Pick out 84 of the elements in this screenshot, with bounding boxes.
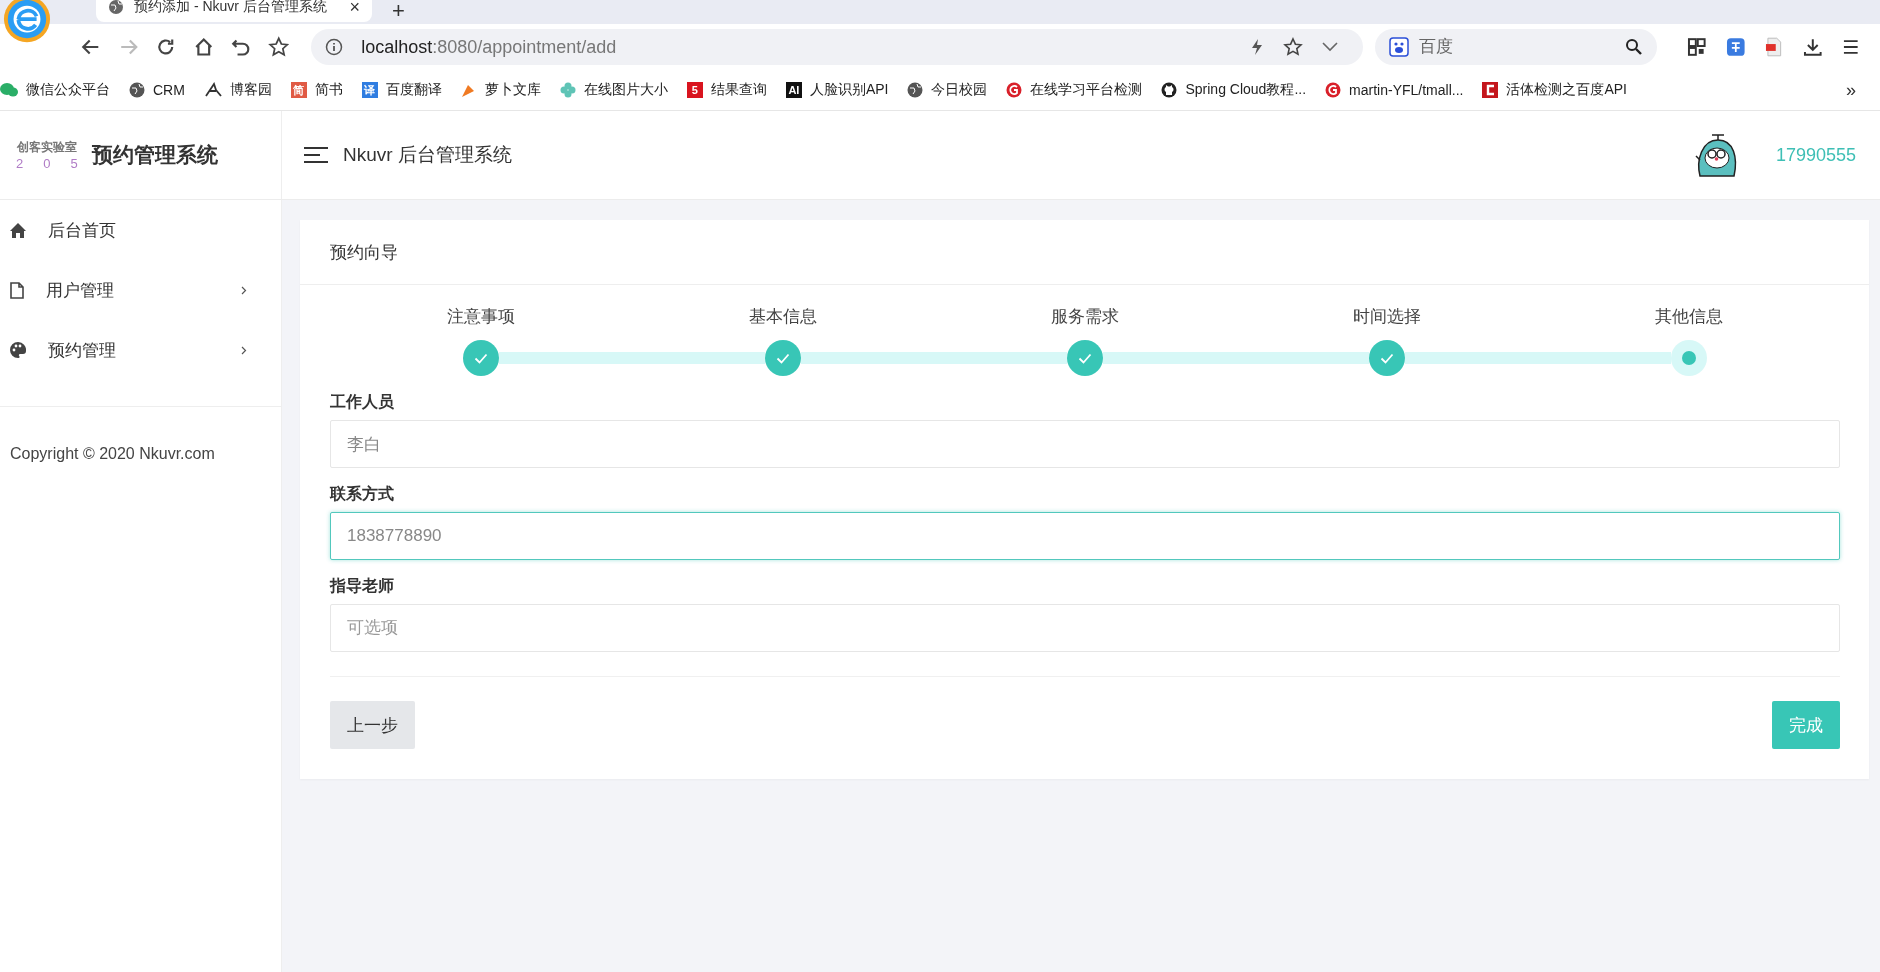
bookmark-label: 人脸识别API	[809, 81, 889, 99]
logo-digit: 2	[16, 156, 24, 171]
bookmark-link[interactable]: martin-YFL/tmall...	[1325, 82, 1464, 98]
bookmark-link[interactable]: 今日校园	[907, 81, 988, 99]
sidebar-item[interactable]: 预约管理	[0, 320, 281, 380]
bookmark-label: 萝卜文库	[484, 81, 541, 99]
bookmark-badge-icon: 简	[290, 82, 307, 98]
download-icon[interactable]	[1802, 37, 1823, 57]
home-icon	[10, 222, 26, 238]
logo-digit: 5	[70, 156, 78, 171]
address-bar[interactable]: localhost:8080/appointment/add	[311, 29, 1364, 65]
paw-icon	[1389, 37, 1410, 57]
step-label: 服务需求	[1051, 306, 1119, 328]
bookmark-link[interactable]: 萝卜文库	[460, 81, 541, 99]
previous-button[interactable]: 上一步	[330, 701, 415, 749]
star-icon[interactable]	[1283, 37, 1304, 57]
translate-icon[interactable]	[1725, 37, 1746, 57]
text-input-field[interactable]: 可选项	[330, 604, 1840, 652]
bookmark-link[interactable]: 博客园	[203, 81, 272, 99]
menu-icon[interactable]	[1841, 37, 1861, 57]
step-label: 注意事项	[447, 306, 515, 328]
sidebar-item[interactable]: 后台首页	[0, 200, 281, 260]
bookmark-link[interactable]: 活体检测之百度API	[1482, 81, 1627, 99]
bookmark-link[interactable]: AI 人脸识别API	[785, 81, 889, 99]
bookmark-label: Spring Cloud教程...	[1185, 81, 1307, 99]
tab-title: 预约添加 - Nkuvr 后台管理系统	[134, 0, 328, 16]
bookmark-label: 结果查询	[710, 81, 767, 99]
url-text: localhost:8080/appointment/add	[361, 36, 617, 58]
bookmark-label: martin-YFL/tmall...	[1349, 82, 1464, 98]
bookmark-link[interactable]: CRM	[129, 82, 185, 98]
header-title: Nkuvr 后台管理系统	[343, 143, 512, 167]
bookmark-link[interactable]: 5 结果查询	[686, 81, 767, 99]
field-label: 指导老师	[330, 576, 395, 596]
bookmark-label: 百度翻译	[385, 81, 442, 99]
browser-tab[interactable]: 预约添加 - Nkuvr 后台管理系统 ×	[96, 0, 372, 22]
bookmark-label: 简书	[314, 81, 343, 99]
bookmark-label: 博客园	[229, 81, 272, 99]
menu-icon[interactable]	[303, 146, 329, 164]
bookmark-label: 今日校园	[931, 81, 988, 99]
bookmark-label: 微信公众平台	[26, 81, 110, 99]
new-tab-button[interactable]: +	[392, 0, 405, 22]
globe-icon	[108, 0, 124, 15]
step-label: 时间选择	[1353, 306, 1421, 328]
search-input-field[interactable]: 百度	[1417, 36, 1618, 58]
search-icon[interactable]	[1625, 38, 1644, 56]
system-name: 预约管理系统	[91, 142, 218, 168]
card-title: 预约向导	[330, 241, 398, 264]
field-label: 工作人员	[330, 392, 395, 412]
copyright-text: Copyright © 2020 Nkuvr.com	[9, 444, 216, 463]
pdf-icon[interactable]	[1764, 37, 1784, 57]
check-icon	[1380, 352, 1394, 364]
bookmark-link[interactable]: 在线学习平台检测	[1006, 81, 1143, 99]
search-field[interactable]: 百度	[1375, 29, 1658, 65]
more-bookmarks-button[interactable]: »	[1846, 79, 1856, 101]
bookmark-label: 在线学习平台检测	[1030, 81, 1143, 99]
bookmark-link[interactable]: Spring Cloud教程...	[1161, 81, 1307, 99]
bookmark-link[interactable]: 在线图片大小	[559, 81, 668, 99]
field-label: 联系方式	[330, 484, 395, 504]
palette-icon	[10, 342, 26, 358]
bookmark-label: CRM	[153, 82, 185, 98]
bookmark-link[interactable]: 微信公众平台	[0, 81, 110, 99]
bookmark-badge-icon: AI	[785, 82, 802, 98]
step-label: 其他信息	[1655, 306, 1723, 328]
bookmark-label: 在线图片大小	[583, 81, 668, 99]
close-tab-button[interactable]: ×	[349, 0, 360, 18]
bookmark-link[interactable]: 简 简书	[290, 81, 343, 99]
info-icon	[325, 38, 344, 56]
text-input-field[interactable]: 李白	[330, 420, 1840, 468]
logo-text: 创客实验室	[16, 139, 77, 156]
qr-code-icon[interactable]	[1687, 37, 1707, 57]
step-label: 基本信息	[749, 306, 817, 328]
bookmark-label: 活体检测之百度API	[1506, 81, 1627, 99]
check-icon	[474, 352, 488, 364]
check-icon	[776, 352, 790, 364]
chevron-down-icon[interactable]	[1321, 41, 1340, 53]
bookmark-link[interactable]: 译 百度翻译	[361, 81, 442, 99]
check-icon	[1078, 352, 1092, 364]
text-input-field[interactable]: 1838778890	[330, 512, 1840, 560]
star-icon[interactable]	[267, 36, 290, 58]
bookmark-badge-icon: 5	[686, 82, 703, 98]
bookmark-badge-icon: 译	[361, 82, 378, 98]
logo-digit: 0	[43, 156, 51, 171]
sidebar-item[interactable]: 用户管理	[0, 260, 281, 320]
file-icon	[10, 281, 24, 299]
